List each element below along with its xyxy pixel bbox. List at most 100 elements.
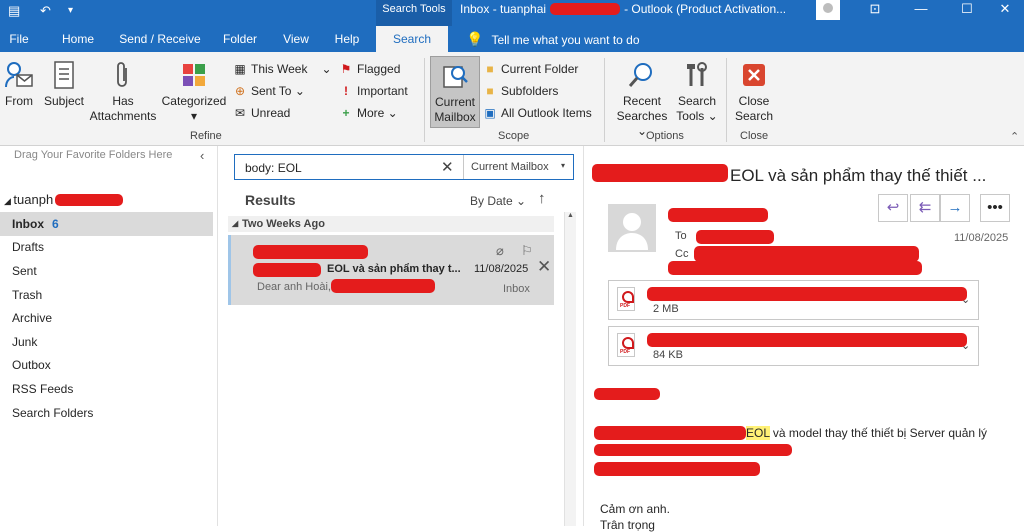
list-scrollbar[interactable]: ▲ (564, 212, 576, 526)
tab-search[interactable]: Search (376, 26, 448, 52)
current-mailbox-button[interactable]: Current Mailbox (430, 56, 480, 128)
chevron-down-icon: ⌄ (291, 84, 305, 98)
tab-home[interactable]: Home (52, 26, 104, 52)
close-window-icon[interactable]: ✕ (982, 0, 1024, 20)
chevron-down-icon: ⌄ (704, 109, 718, 123)
pdf-icon: PDF (617, 333, 635, 357)
chevron-down-icon[interactable]: ⌄ (961, 339, 970, 352)
redaction (55, 194, 124, 206)
unread-button[interactable]: ✉ Unread (232, 104, 290, 122)
minimize-icon[interactable]: — (898, 0, 944, 20)
search-scope-dropdown[interactable]: Current Mailbox (471, 161, 549, 173)
email-date: 11/08/2025 (954, 232, 1009, 244)
has-attachments-button[interactable]: Has Attachments (88, 60, 158, 124)
subfolders-button[interactable]: ■ Subfolders (482, 82, 558, 100)
collapse-pane-icon[interactable]: ‹ (200, 148, 204, 163)
undo-icon[interactable]: ↶ (40, 3, 51, 19)
close-group-label: Close (740, 130, 769, 142)
redaction (594, 444, 792, 456)
window-title: Inbox - tuanphai - Outlook (Product Activ… (460, 2, 787, 16)
reply-button[interactable]: ↩ (878, 194, 908, 222)
folder-junk[interactable]: Junk (0, 330, 213, 354)
current-folder-button[interactable]: ■ Current Folder (482, 60, 578, 78)
reply-all-button[interactable]: ⇇ (910, 194, 940, 222)
unread-count-badge: 6 (52, 217, 59, 231)
redaction (594, 426, 746, 440)
forward-button[interactable]: → (940, 194, 970, 222)
magnifier-icon (628, 63, 652, 87)
search-tools-button[interactable]: Search Tools ⌄ (674, 60, 720, 124)
chevron-down-icon[interactable]: ▾ (561, 161, 565, 170)
delete-message-icon[interactable]: ✕ (537, 257, 551, 277)
all-items-icon: ▣ (484, 106, 496, 120)
tab-view[interactable]: View (274, 26, 318, 52)
folder-pane: Drag Your Favorite Folders Here ‹ ◢ tuan… (0, 146, 218, 526)
account-header[interactable]: ◢ tuanph (4, 192, 124, 207)
this-week-button[interactable]: ▦ This Week ⌄ (232, 60, 331, 78)
folder-archive[interactable]: Archive (0, 306, 213, 330)
attachment-2[interactable]: PDF 84 KB ⌄ (608, 326, 979, 366)
folder-sent[interactable]: Sent (0, 259, 213, 283)
folder-trash[interactable]: Trash (0, 283, 213, 307)
recent-searches-button[interactable]: Recent Searches ⌄ (612, 60, 672, 139)
from-button[interactable]: From (2, 60, 36, 109)
group-separator (424, 58, 425, 142)
message-list-pane: body: EOL ✕ Current Mailbox ▾ Results By… (218, 146, 580, 526)
search-highlight: EOL (746, 426, 770, 440)
reading-pane: EOL và sản phẩm thay thế thiết ... ↩ ⇇ →… (583, 146, 1024, 532)
search-box: body: EOL ✕ Current Mailbox ▾ (234, 154, 574, 180)
quick-access-dropdown-icon[interactable]: ▾ (68, 5, 73, 16)
folder-inbox[interactable]: Inbox 6 (0, 212, 213, 236)
scroll-up-icon[interactable]: ▲ (567, 212, 574, 219)
flag-icon[interactable]: ⚐ (521, 243, 533, 259)
user-avatar[interactable] (816, 0, 840, 20)
folder-search-folders[interactable]: Search Folders (0, 401, 213, 425)
flagged-button[interactable]: ⚑ Flagged (338, 60, 401, 78)
redaction (594, 462, 760, 476)
attachment-1[interactable]: PDF 2 MB ⌄ (608, 280, 979, 320)
more-actions-button[interactable]: ••• (980, 194, 1010, 222)
close-search-button[interactable]: Close Search (732, 60, 776, 124)
categories-grid-icon (183, 64, 205, 86)
redaction (647, 333, 967, 347)
favorites-hint: Drag Your Favorite Folders Here (14, 149, 173, 161)
message-row[interactable]: EOL và sản phẩm thay t... 11/08/2025 ⌀ ⚐… (228, 235, 554, 305)
group-header-two-weeks[interactable]: ◢ Two Weeks Ago (228, 216, 554, 232)
folder-outbox[interactable]: Outbox (0, 353, 213, 377)
group-separator (604, 58, 605, 142)
ribbon-display-options-icon[interactable]: ⊡ (852, 0, 898, 20)
email-signoff: Trân trọng (600, 518, 655, 532)
tell-me-box[interactable]: 💡 Tell me what you want to do (466, 26, 640, 53)
tab-help[interactable]: Help (326, 26, 368, 52)
categorized-button[interactable]: Categorized ▾ (160, 60, 228, 124)
folder-drafts[interactable]: Drafts (0, 235, 213, 259)
tab-folder[interactable]: Folder (216, 26, 264, 52)
all-outlook-items-button[interactable]: ▣ All Outlook Items (482, 104, 591, 122)
sort-direction-up-icon[interactable]: ↑ (538, 190, 546, 207)
clear-search-icon[interactable]: ✕ (441, 158, 454, 176)
outlook-app-icon[interactable]: ▤ (8, 3, 20, 19)
sort-by-date[interactable]: By Date ⌄ (470, 194, 526, 208)
subject-button[interactable]: Subject (42, 60, 86, 109)
exclamation-icon: ! (344, 84, 348, 98)
collapse-ribbon-icon[interactable]: ⌃ (1010, 130, 1019, 143)
chevron-down-icon[interactable]: ⌄ (961, 293, 970, 306)
ribbon-tab-row: File Home Send / Receive Folder View Hel… (0, 26, 1024, 52)
collapse-triangle-icon: ◢ (232, 219, 239, 228)
sent-to-button[interactable]: ⊕ Sent To ⌄ (232, 82, 305, 100)
to-label: To (675, 230, 687, 242)
redaction (253, 245, 368, 259)
folder-rss-feeds[interactable]: RSS Feeds (0, 377, 213, 401)
important-button[interactable]: ! Important (338, 82, 408, 100)
search-input[interactable]: body: EOL (245, 161, 302, 175)
redaction (694, 246, 919, 262)
expand-triangle-icon: ◢ (4, 196, 14, 206)
tab-send-receive[interactable]: Send / Receive (114, 26, 206, 52)
pdf-icon: PDF (617, 287, 635, 311)
scope-group-label: Scope (498, 130, 530, 142)
attachment-size: 2 MB (653, 303, 679, 315)
more-button[interactable]: + More ⌄ (338, 104, 397, 122)
tab-file[interactable]: File (0, 26, 38, 52)
redaction (550, 3, 621, 15)
email-body-line: EOL và model thay thế thiết bị Server qu… (746, 426, 988, 440)
